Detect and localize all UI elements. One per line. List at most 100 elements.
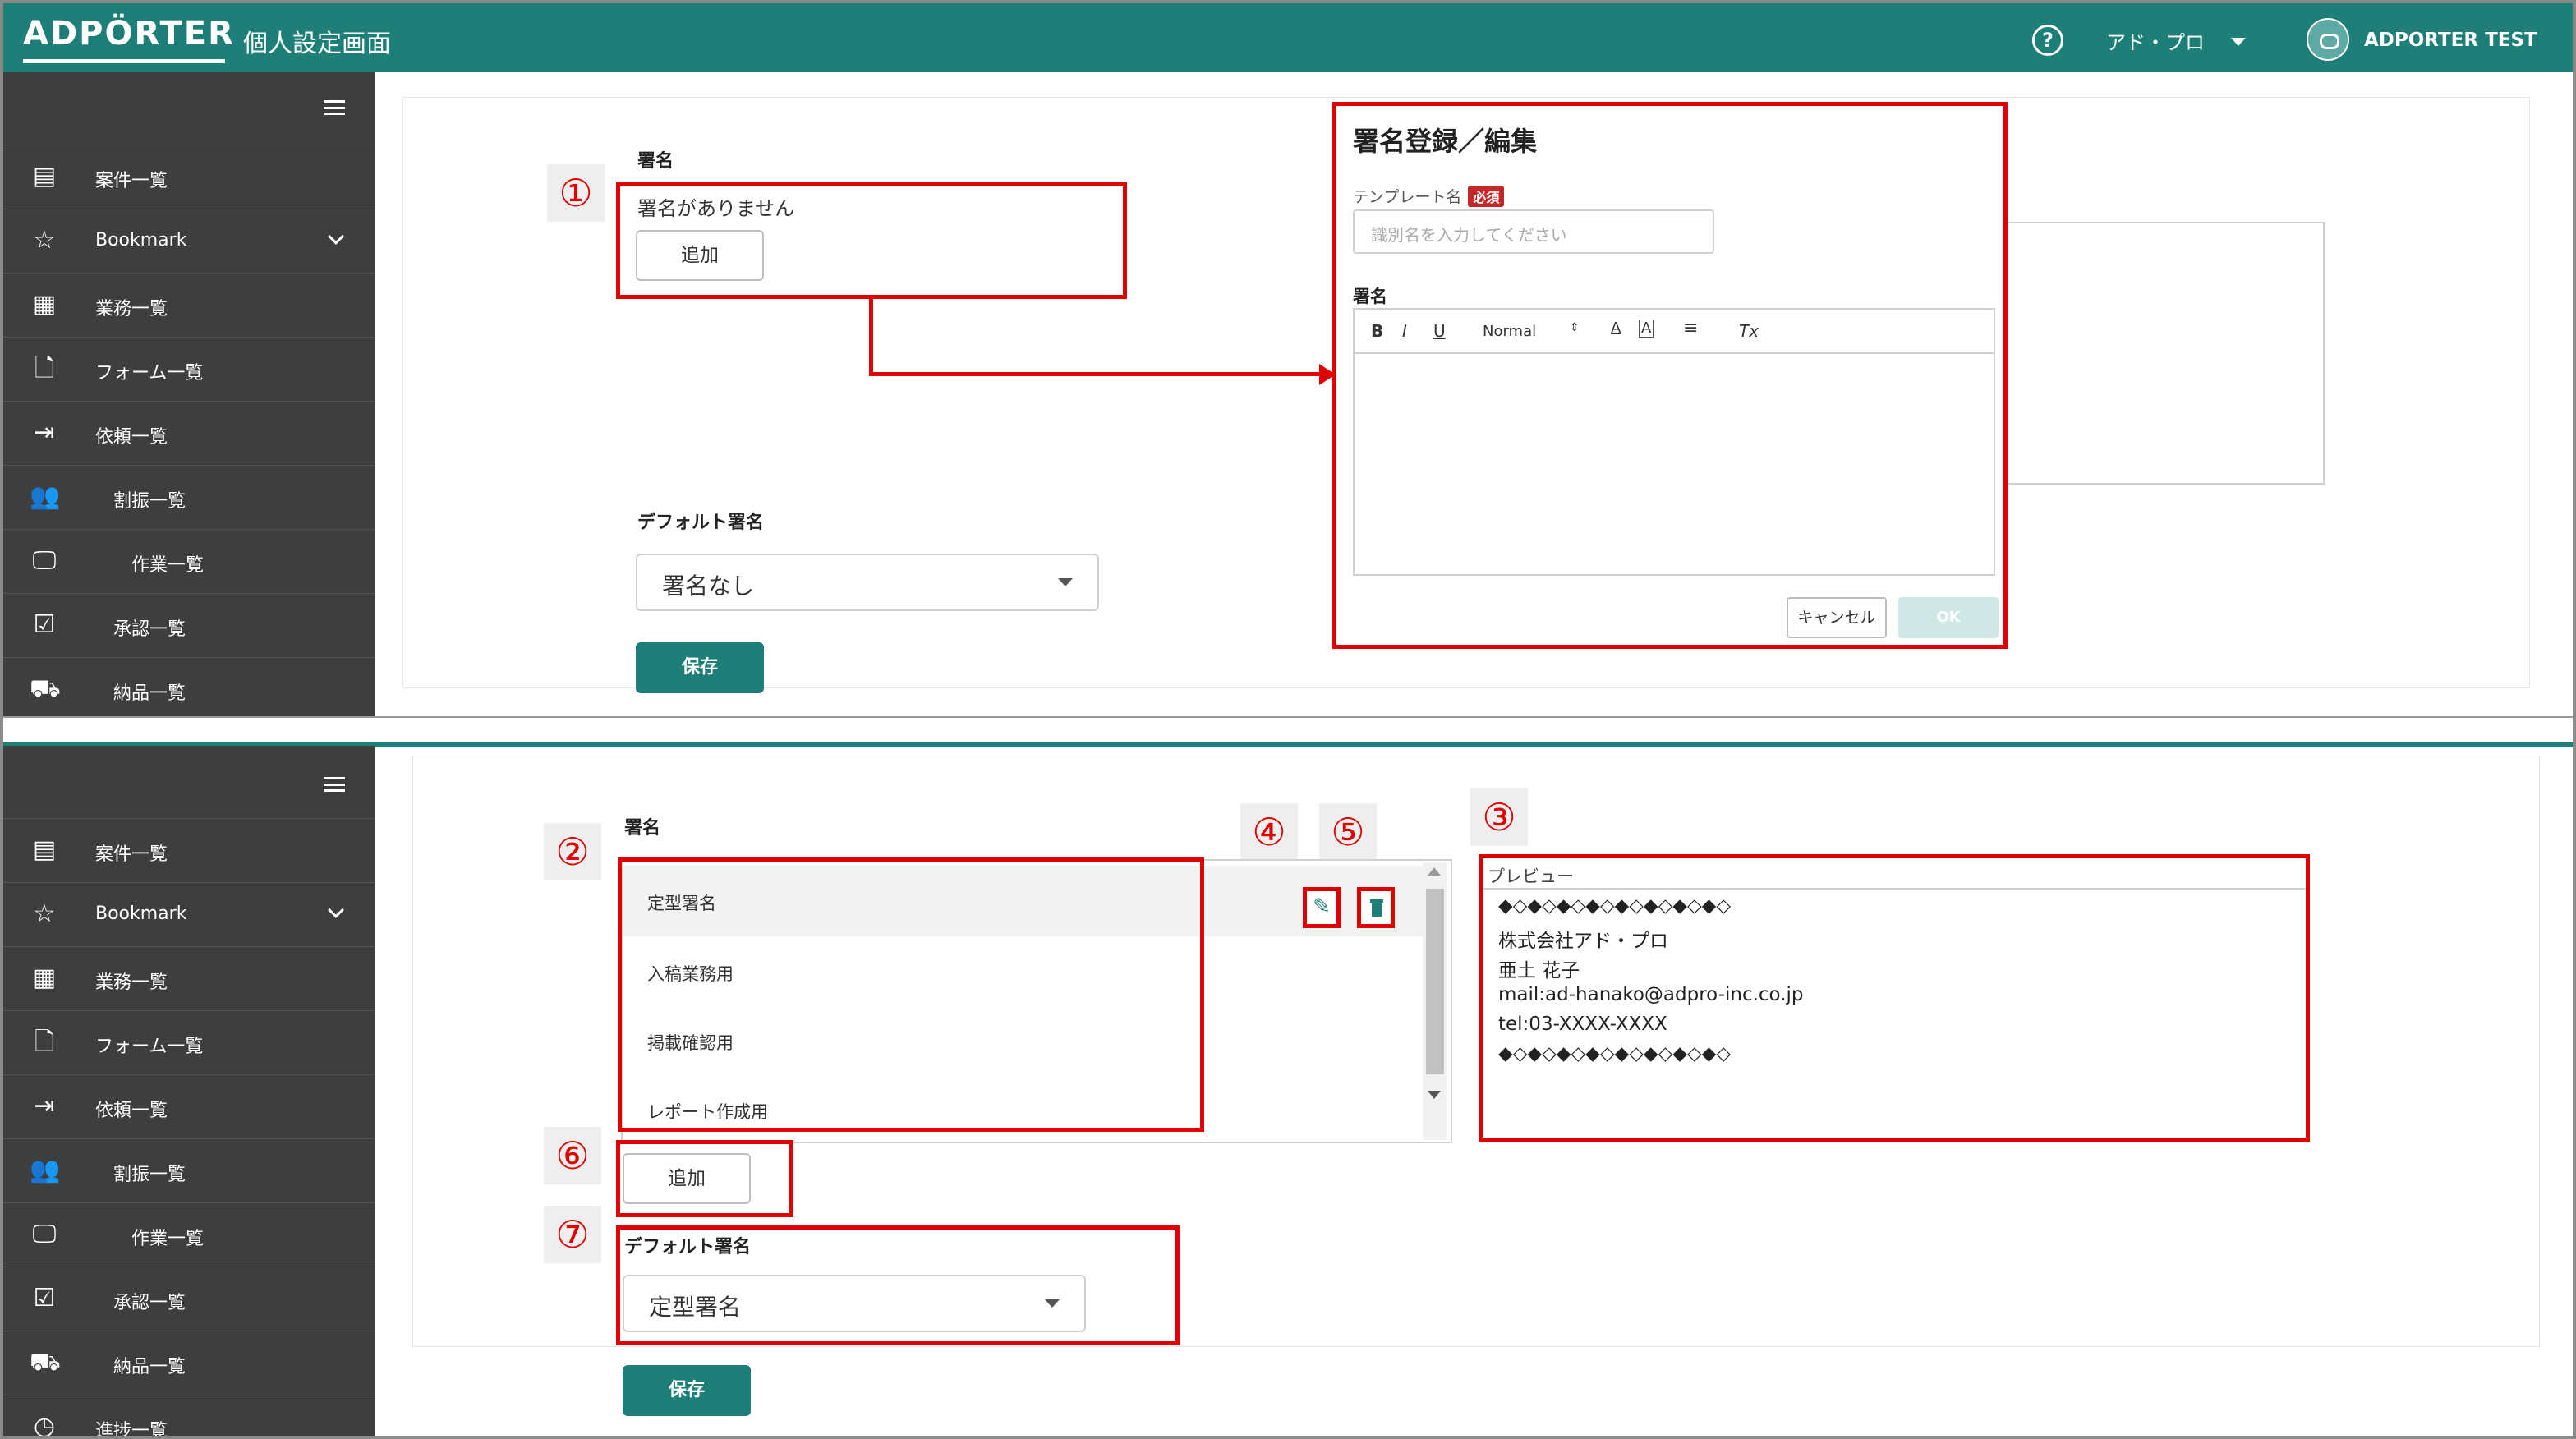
sidebar-item-tasks[interactable]: 🖵 作業一覧 xyxy=(3,1202,375,1267)
template-name-text: テンプレート名 xyxy=(1353,188,1462,206)
scrollbar-thumb[interactable] xyxy=(1426,889,1444,1074)
sidebar-item-business[interactable]: ▦ 業務一覧 xyxy=(3,273,375,337)
sidebar-item-projects[interactable]: ▤ 案件一覧 xyxy=(3,145,375,209)
building-icon: ▦ xyxy=(32,290,57,319)
trash-lid xyxy=(1370,899,1383,903)
sidebar-item-progress[interactable]: ◷ 進捗一覧 xyxy=(3,1395,375,1436)
file-form-icon: 🗋 xyxy=(34,354,55,383)
highlight-box-1 xyxy=(616,182,1127,299)
chevron-down-icon[interactable] xyxy=(2231,38,2246,46)
sidebar-item-label: Bookmark xyxy=(95,903,187,924)
preview-label: プレビュー xyxy=(1488,867,1574,886)
sidebar-item-label: 割振一覧 xyxy=(113,1165,186,1185)
annotation-3: ③ xyxy=(1470,788,1528,846)
save-button-top[interactable]: 保存 xyxy=(636,642,764,693)
sidebar-item-requests[interactable]: ⇥ 依頼一覧 xyxy=(3,1074,375,1138)
hamburger-menu-icon[interactable] xyxy=(324,777,345,792)
top-bar: ADPÖRTER 個人設定画面 ? アド・プロ ADPORTER TEST xyxy=(3,3,2573,72)
ok-button[interactable]: OK xyxy=(1898,597,1999,638)
logo-underline xyxy=(23,59,225,63)
scroll-up-icon[interactable] xyxy=(1428,867,1441,876)
building-icon: ▦ xyxy=(32,963,57,992)
hamburger-menu-icon[interactable] xyxy=(324,100,345,115)
annotation-1: ① xyxy=(547,164,605,222)
sidebar-item-approval[interactable]: ☑ 承認一覧 xyxy=(3,593,375,657)
underline-button[interactable]: U xyxy=(1433,321,1446,341)
signature-edit-modal: 署名登録／編集 テンプレート名 必須 識別名を入力してください 署名 B I U … xyxy=(1332,102,2008,649)
clear-format-button[interactable]: Tx xyxy=(1739,321,1759,341)
star-icon: ☆ xyxy=(33,899,56,928)
user-name[interactable]: ADPORTER TEST xyxy=(2364,30,2537,51)
app-logo[interactable]: ADPÖRTER xyxy=(23,15,235,53)
sidebar-item-requests[interactable]: ⇥ 依頼一覧 xyxy=(3,401,375,465)
sidebar-item-label: フォーム一覧 xyxy=(95,1037,204,1057)
font-color-button[interactable]: A xyxy=(1611,320,1621,337)
arrow-line-vertical xyxy=(869,297,873,376)
preview-line: ◆◇◆◇◆◇◆◇◆◇◆◇◆◇◆◇ xyxy=(1498,895,1732,917)
sidebar-item-tasks[interactable]: 🖵 作業一覧 xyxy=(3,529,375,593)
sidebar-item-assign[interactable]: 👥 割振一覧 xyxy=(3,1138,375,1202)
sidebar-item-assign[interactable]: 👥 割振一覧 xyxy=(3,465,375,529)
trash-body xyxy=(1372,903,1382,917)
size-stepper-icon[interactable]: ⇕ xyxy=(1570,321,1580,334)
scroll-down-icon[interactable] xyxy=(1428,1091,1441,1099)
sidebar-bottom: ▤ 案件一覧 ☆ Bookmark ▦ 業務一覧 🗋 フォーム一覧 ⇥ 依頼一覧 👥 割振一… xyxy=(3,746,375,1436)
template-name-input[interactable]: 識別名を入力してください xyxy=(1353,209,1714,254)
truck-icon: ⛟ xyxy=(30,1348,61,1377)
sidebar-item-bookmark[interactable]: ☆ Bookmark xyxy=(3,882,375,946)
font-size-select[interactable]: Normal xyxy=(1483,323,1536,340)
default-signature-select[interactable]: 署名なし xyxy=(636,554,1099,611)
login-icon: ⇥ xyxy=(34,1092,55,1120)
sidebar-item-label: 依頼一覧 xyxy=(95,427,168,448)
sidebar-item-label: フォーム一覧 xyxy=(95,363,204,384)
edit-pencil-icon[interactable]: ✎ xyxy=(1303,887,1341,928)
sidebar-item-label: 納品一覧 xyxy=(113,683,186,704)
default-signature-label: デフォルト署名 xyxy=(637,513,765,533)
sidebar-item-label: 案件一覧 xyxy=(95,171,168,191)
annotation-4: ④ xyxy=(1240,803,1298,861)
cancel-button[interactable]: キャンセル xyxy=(1787,597,1887,638)
section-divider xyxy=(3,716,2573,746)
sidebar-top: ▤ 案件一覧 ☆ Bookmark ▦ 業務一覧 🗋 フォーム一覧 ⇥ 依頼一覧 👥 割振一… xyxy=(3,72,375,716)
sidebar-item-forms[interactable]: 🗋 フォーム一覧 xyxy=(3,1010,375,1074)
background-color-button[interactable]: A xyxy=(1639,320,1654,338)
sidebar-item-projects[interactable]: ▤ 案件一覧 xyxy=(3,818,375,882)
help-icon[interactable]: ? xyxy=(2032,25,2063,56)
signature-editor-area[interactable] xyxy=(1353,352,1995,576)
sidebar-item-approval[interactable]: ☑ 承認一覧 xyxy=(3,1267,375,1331)
chevron-down-icon xyxy=(1058,578,1073,586)
monitor-icon: 🖵 xyxy=(32,1220,57,1248)
highlight-box-2 xyxy=(618,857,1204,1132)
highlight-box-6 xyxy=(616,1140,794,1217)
page-title: 個人設定画面 xyxy=(243,30,391,58)
align-icon[interactable]: ≡ xyxy=(1683,318,1698,338)
italic-button[interactable]: I xyxy=(1402,321,1407,341)
avatar-icon[interactable] xyxy=(2307,18,2349,61)
preview-line: 株式会社アド・プロ xyxy=(1498,931,1668,952)
sidebar-item-bookmark[interactable]: ☆ Bookmark xyxy=(3,209,375,273)
people-icon: 👥 xyxy=(30,482,61,511)
delete-trash-icon[interactable] xyxy=(1357,887,1395,928)
chevron-down-icon[interactable] xyxy=(328,902,344,918)
sidebar-item-delivery[interactable]: ⛟ 納品一覧 xyxy=(3,1331,375,1395)
document-icon: ▤ xyxy=(32,162,57,191)
login-icon: ⇥ xyxy=(34,418,55,447)
annotation-5: ⑤ xyxy=(1319,803,1377,861)
chevron-down-icon[interactable] xyxy=(328,228,344,245)
company-selector[interactable]: アド・プロ xyxy=(2106,26,2205,55)
sidebar-item-delivery[interactable]: ⛟ 納品一覧 xyxy=(3,657,375,716)
sidebar-item-label: 案件一覧 xyxy=(95,844,168,865)
truck-icon: ⛟ xyxy=(30,674,61,703)
preview-line: 亜土 花子 xyxy=(1498,960,1580,982)
sidebar-item-label: 業務一覧 xyxy=(95,972,168,993)
sidebar-item-label: Bookmark xyxy=(95,230,187,251)
sidebar-item-business[interactable]: ▦ 業務一覧 xyxy=(3,946,375,1010)
editor-toolbar: B I U Normal ⇕ A A ≡ Tx xyxy=(1353,308,1995,354)
sidebar-item-forms[interactable]: 🗋 フォーム一覧 xyxy=(3,337,375,401)
bold-button[interactable]: B xyxy=(1371,321,1383,341)
save-button-bottom[interactable]: 保存 xyxy=(623,1365,751,1416)
modal-title: 署名登録／編集 xyxy=(1353,126,1538,157)
history-icon: ◷ xyxy=(33,1412,56,1436)
sidebar-item-label: 承認一覧 xyxy=(113,619,186,640)
preview-line: tel:03-XXXX-XXXX xyxy=(1498,1014,1668,1035)
